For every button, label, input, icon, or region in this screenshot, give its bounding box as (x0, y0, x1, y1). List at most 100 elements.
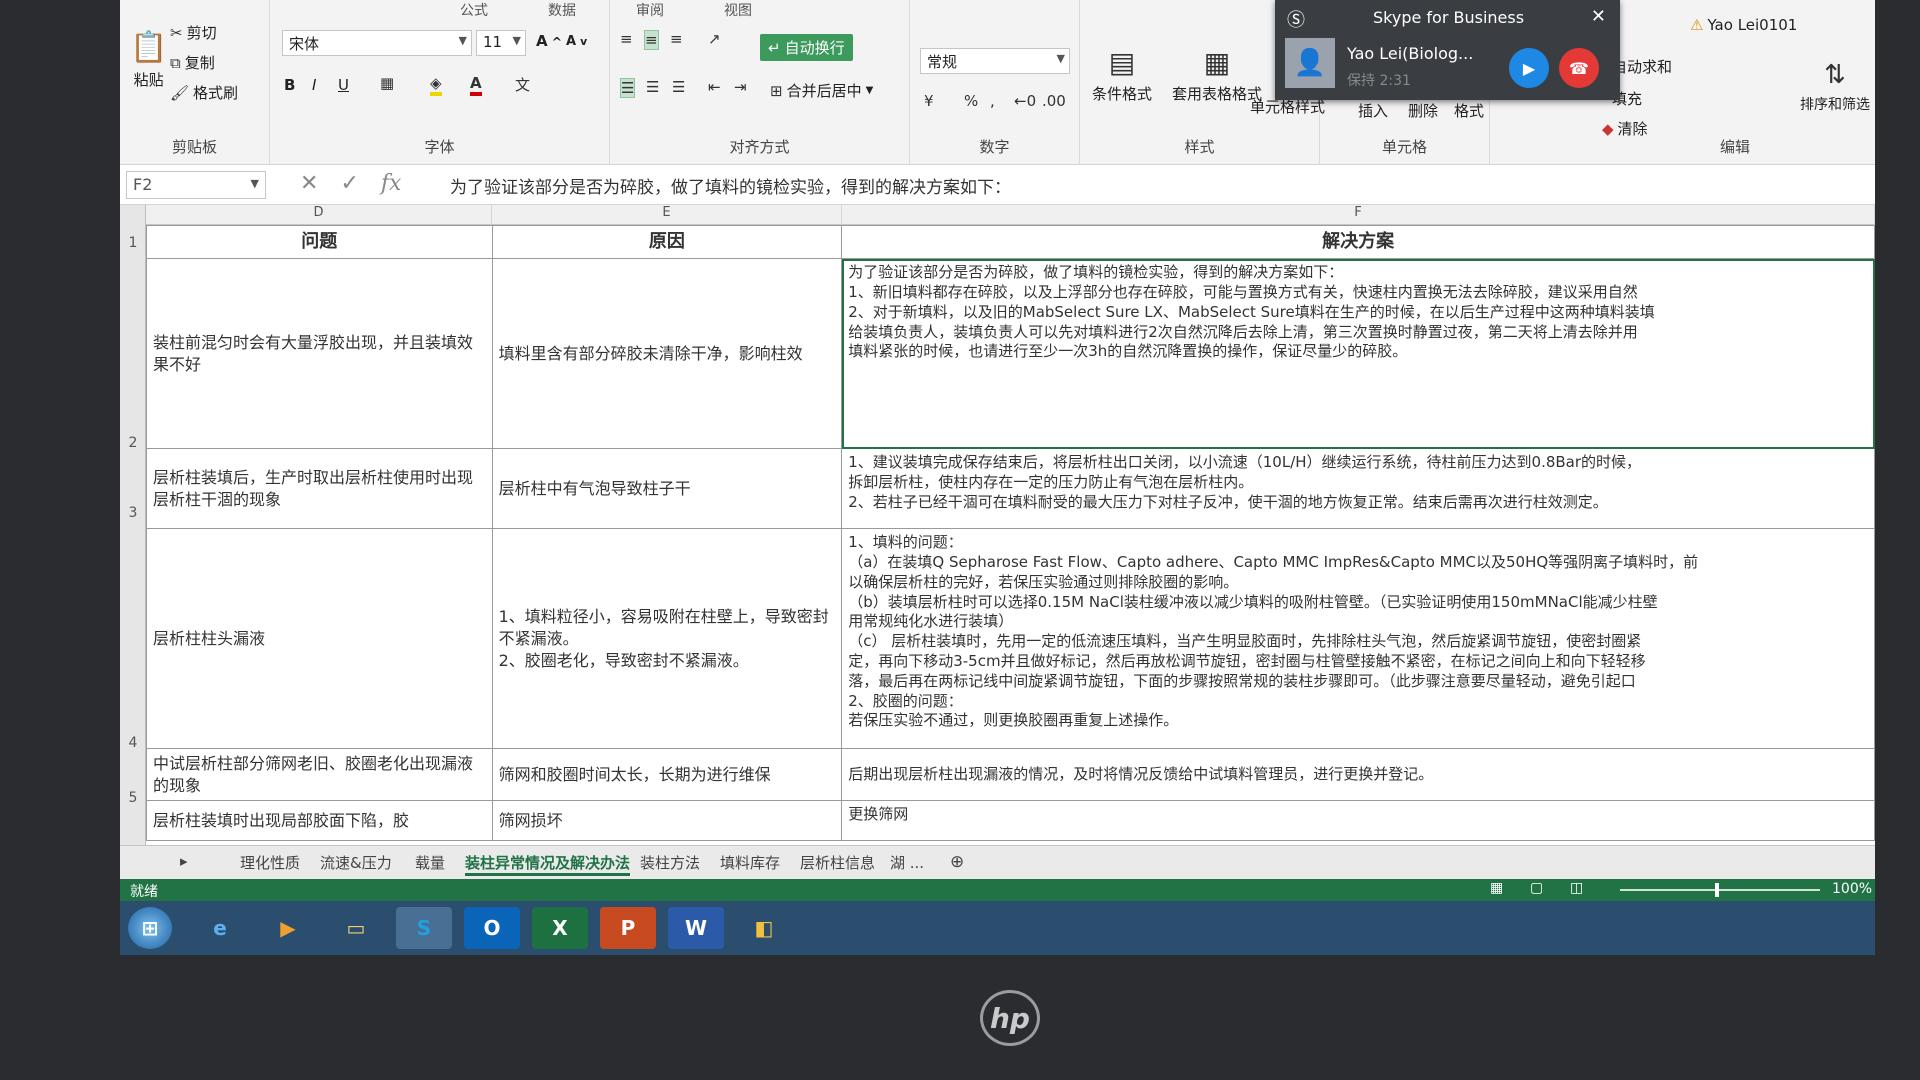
close-icon[interactable]: ✕ (1591, 6, 1606, 27)
phonetic-button[interactable]: 文 (515, 74, 530, 95)
increase-decimal-button[interactable]: ←0 (1014, 92, 1036, 110)
align-middle-button[interactable]: ≡ (644, 30, 659, 50)
font-size-select[interactable]: 11 ▼ (476, 30, 526, 56)
align-top-button[interactable]: ≡ (620, 30, 633, 48)
increase-indent-button[interactable]: ⇥ (734, 78, 747, 96)
outlook-icon[interactable]: O (464, 907, 520, 949)
folder-icon[interactable]: ▭ (328, 907, 384, 949)
format-button[interactable]: 格式 (1454, 100, 1484, 121)
solution-cell[interactable]: 为了验证该部分是否为碎胶，做了填料的镜检实验，得到的解决方案如下： 1、新旧填料… (841, 258, 1875, 450)
hangup-icon[interactable]: ☎ (1559, 48, 1599, 88)
sort-filter-button[interactable]: ⇅ 排序和筛选 (1800, 60, 1870, 114)
row-header[interactable]: 3 (120, 505, 146, 521)
word-icon[interactable]: W (668, 907, 724, 949)
skype-call-popup[interactable]: Ⓢ Skype for Business ✕ 👤 Yao Lei(Biolog.… (1275, 0, 1620, 100)
insert-button[interactable]: 插入 (1358, 100, 1388, 121)
user-account[interactable]: ⚠ Yao Lei0101 (1690, 16, 1797, 34)
row-header[interactable]: 1 (120, 235, 146, 251)
row-header[interactable]: 2 (120, 435, 146, 451)
delete-button[interactable]: 删除 (1408, 100, 1438, 121)
decrease-indent-button[interactable]: ⇤ (708, 78, 721, 96)
sheet-tab[interactable]: 流速&压力 (320, 852, 392, 873)
row-header[interactable]: 5 (120, 790, 146, 806)
sheet-tab-active[interactable]: 装柱异常情况及解决办法 (465, 852, 631, 876)
copy-button[interactable]: ⧉ 复制 (170, 52, 215, 73)
problem-cell[interactable]: 中试层析柱部分筛网老旧、胶圈老化出现漏液的现象 (146, 748, 493, 802)
header-reason[interactable]: 原因 (491, 224, 843, 260)
solution-cell[interactable]: 更换筛网 (841, 800, 1875, 842)
autosum-button[interactable]: 自动求和 (1612, 56, 1672, 77)
column-header-e[interactable]: E (492, 205, 842, 225)
fx-icon[interactable]: fx (381, 171, 402, 196)
orientation-button[interactable]: ↗ (708, 30, 721, 48)
decrease-decimal-button[interactable]: .00 (1042, 92, 1066, 110)
excel-icon[interactable]: X (532, 907, 588, 949)
paint-icon[interactable]: ◧ (736, 907, 792, 949)
wrap-text-button[interactable]: ↵ 自动换行 (760, 34, 853, 61)
number-format-select[interactable]: 常规 ▼ (920, 48, 1070, 74)
normal-view-icon[interactable]: ▦ (1490, 880, 1503, 896)
merge-center-button[interactable]: ⊞ 合并后居中 ▼ (770, 80, 873, 101)
underline-button[interactable]: U (338, 76, 349, 94)
problem-cell[interactable]: 装柱前混匀时会有大量浮胶出现，并且装填效果不好 (146, 258, 493, 450)
font-name-select[interactable]: 宋体 ▼ (282, 30, 472, 56)
sheet-tab[interactable]: 装柱方法 (640, 852, 700, 873)
reason-cell[interactable]: 层析柱中有气泡导致柱子干 (491, 448, 843, 530)
format-painter-button[interactable]: 🖌 格式刷 (170, 82, 238, 103)
ie-icon[interactable]: e (192, 907, 248, 949)
percent-button[interactable]: % (964, 92, 978, 110)
check-icon[interactable]: ✓ (340, 171, 358, 196)
reason-cell[interactable]: 筛网损坏 (491, 800, 843, 842)
solution-cell[interactable]: 后期出现层析柱出现漏液的情况，及时将情况反馈给中试填料管理员，进行更换并登记。 (841, 748, 1875, 802)
header-solution[interactable]: 解决方案 (841, 224, 1875, 260)
name-box[interactable]: F2 ▼ (126, 171, 266, 199)
sheet-tab[interactable]: 载量 (415, 852, 445, 873)
sheet-tab[interactable]: 填料库存 (720, 852, 780, 873)
align-right-button[interactable]: ☰ (672, 78, 685, 96)
table-format-button[interactable]: ▦ 套用表格格式 (1172, 46, 1262, 104)
conditional-format-button[interactable]: ▤ 条件格式 (1092, 46, 1152, 104)
solution-cell[interactable]: 1、填料的问题： （a）在装填Q Sepharose Fast Flow、Cap… (841, 528, 1875, 750)
reason-cell[interactable]: 1、填料粒径小，容易吸附在柱壁上，导致密封不紧漏液。 2、胶圈老化，导致密封不紧… (491, 528, 843, 750)
zoom-level[interactable]: 100% (1832, 881, 1872, 897)
align-left-button[interactable]: ☰ (620, 78, 636, 98)
sheet-tab[interactable]: 湖 ... (890, 852, 924, 873)
add-sheet-icon[interactable]: ⊕ (950, 852, 964, 872)
page-break-icon[interactable]: ◫ (1570, 880, 1583, 896)
clear-button[interactable]: ◆ 清除 (1602, 118, 1648, 139)
play-icon[interactable]: ▶ (1509, 48, 1549, 88)
tab-scroll-icon[interactable]: ▸ (180, 852, 188, 870)
formula-input[interactable]: 为了验证该部分是否为碎胶，做了填料的镜检实验，得到的解决方案如下： (450, 173, 1011, 198)
align-center-button[interactable]: ☰ (646, 78, 659, 96)
currency-button[interactable]: ¥ (924, 92, 934, 110)
column-header-d[interactable]: D (146, 205, 492, 225)
reason-cell[interactable]: 筛网和胶圈时间太长，长期为进行维保 (491, 748, 843, 802)
sheet-tab[interactable]: 理化性质 (240, 852, 300, 873)
font-color-button[interactable]: A (470, 74, 482, 96)
problem-cell[interactable]: 层析柱柱头漏液 (146, 528, 493, 750)
start-icon[interactable]: ⊞ (128, 907, 172, 949)
row-header[interactable]: 4 (120, 735, 146, 751)
borders-button[interactable]: ▦ (380, 74, 394, 92)
column-header-f[interactable]: F (842, 205, 1875, 225)
shrink-font-button[interactable]: Av (566, 34, 587, 49)
zoom-thumb[interactable] (1715, 883, 1719, 897)
zoom-slider[interactable] (1620, 889, 1820, 891)
italic-button[interactable]: I (312, 76, 316, 94)
grow-font-button[interactable]: A ^ (536, 32, 562, 50)
powerpoint-icon[interactable]: P (600, 907, 656, 949)
reason-cell[interactable]: 填料里含有部分碎胶未清除干净，影响柱效 (491, 258, 843, 450)
align-bottom-button[interactable]: ≡ (670, 30, 683, 48)
paste-button[interactable]: 📋 粘贴 (130, 30, 167, 90)
comma-button[interactable]: , (990, 92, 995, 110)
fill-color-button[interactable]: ◈ (430, 74, 442, 96)
solution-cell[interactable]: 1、建议装填完成保存结束后，将层析柱出口关闭，以小流速（10L/H）继续运行系统… (841, 448, 1875, 530)
bold-button[interactable]: B (284, 76, 295, 94)
media-player-icon[interactable]: ▶ (260, 907, 316, 949)
page-layout-icon[interactable]: ▢ (1530, 880, 1543, 896)
problem-cell[interactable]: 层析柱装填时出现局部胶面下陷，胶 (146, 800, 493, 842)
problem-cell[interactable]: 层析柱装填后，生产时取出层析柱使用时出现层析柱干涸的现象 (146, 448, 493, 530)
sheet-tab[interactable]: 层析柱信息 (800, 852, 875, 873)
cancel-icon[interactable]: ✕ (300, 171, 318, 196)
cut-button[interactable]: ✂ 剪切 (170, 22, 217, 43)
